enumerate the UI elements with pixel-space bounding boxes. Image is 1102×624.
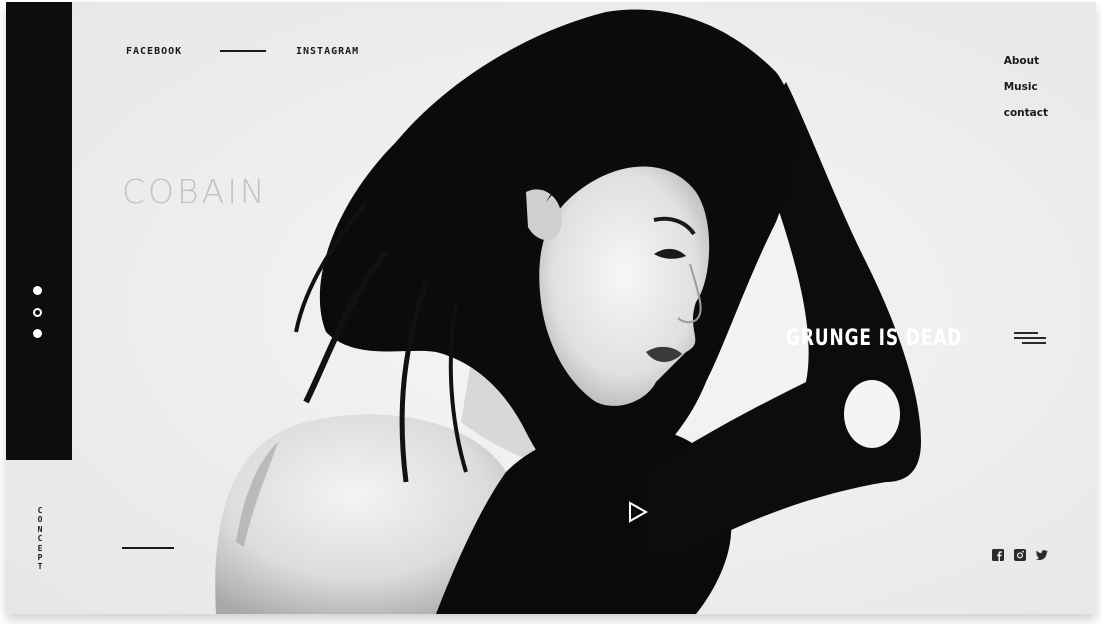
facebook-icon[interactable] [992,549,1004,561]
play-icon[interactable] [626,500,650,524]
instagram-icon[interactable] [1014,549,1026,561]
screenshot-frame: FACEBOOK INSTAGRAM COBAIN About Music co… [0,0,1102,624]
slide-dot-1[interactable] [33,286,42,295]
instagram-link[interactable]: INSTAGRAM [296,46,359,57]
main-nav: About Music contact [1004,48,1048,126]
slide-dot-3[interactable] [33,329,42,338]
slide-indicators [32,286,44,346]
brand-title: COBAIN [122,172,268,211]
side-bar [6,2,72,460]
slide-dot-2[interactable] [33,308,42,317]
top-link-separator [220,50,266,52]
hamburger-menu-icon[interactable] [1014,330,1046,346]
bottom-divider [122,547,174,549]
twitter-icon[interactable] [1036,549,1048,561]
nav-item-contact[interactable]: contact [1004,100,1048,126]
nav-item-music[interactable]: Music [1004,74,1048,100]
facebook-link[interactable]: FACEBOOK [126,46,182,57]
nav-item-about[interactable]: About [1004,48,1048,74]
hero-photo [6,2,1096,614]
sleeve-hole [844,380,900,448]
hero-tagline: GRUNGE IS DEAD [786,326,963,351]
concept-label: CONCEPT [37,506,43,572]
landing-page: FACEBOOK INSTAGRAM COBAIN About Music co… [6,2,1096,614]
